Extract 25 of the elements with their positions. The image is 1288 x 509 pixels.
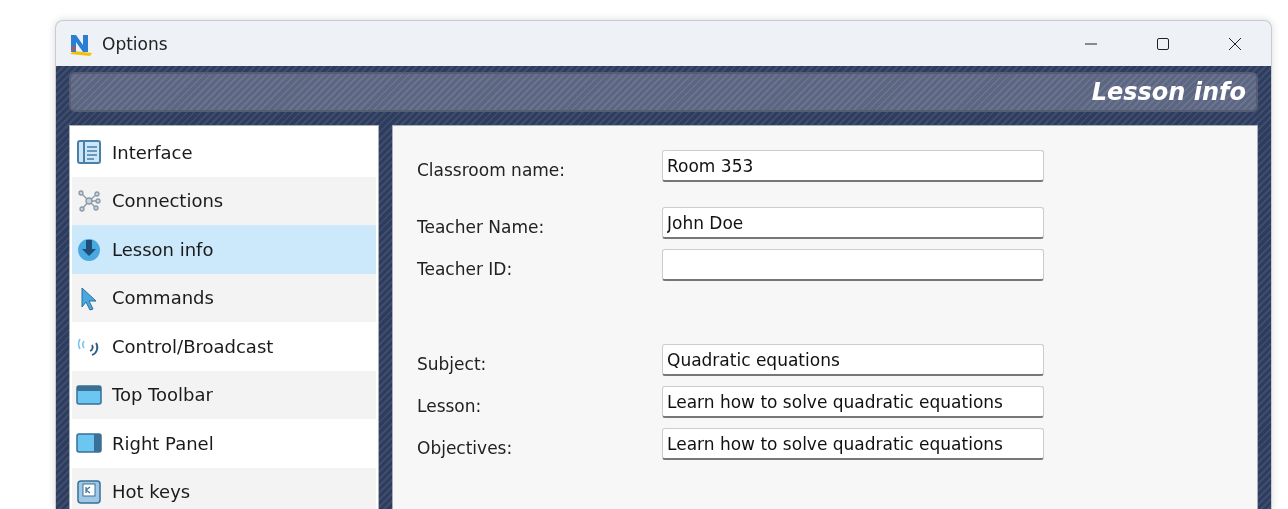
field-label: Lesson: — [417, 396, 483, 416]
window-title: Options — [102, 33, 169, 54]
field-label: Teacher Name: — [417, 217, 546, 237]
field-label: Teacher ID: — [417, 259, 514, 279]
close-icon — [1228, 36, 1242, 51]
text-field[interactable] — [662, 249, 1044, 281]
text-field[interactable]: Learn how to solve quadratic equations — [662, 386, 1044, 418]
sidebar-item[interactable]: Connections — [72, 176, 376, 225]
sidebar-item[interactable]: Hot keys — [72, 467, 376, 509]
maximize-icon — [1156, 36, 1170, 51]
keyboard-key-icon — [76, 478, 102, 505]
network-nodes-icon — [76, 187, 102, 214]
field-label: Classroom name: — [417, 160, 567, 180]
list-window-icon — [76, 139, 102, 166]
section-title: Lesson info — [1091, 78, 1246, 106]
sidebar-item[interactable]: Top Toolbar — [72, 370, 376, 419]
field-label: Objectives: — [417, 438, 514, 458]
sidebar-item[interactable]: Commands — [72, 273, 376, 322]
minimize-icon — [1084, 42, 1098, 45]
text-field[interactable]: Room 353 — [662, 150, 1044, 182]
sidebar-item[interactable]: Lesson info — [72, 225, 376, 274]
text-field[interactable]: Quadratic equations — [662, 344, 1044, 376]
field-label: Subject: — [417, 354, 488, 374]
download-circle-icon — [76, 236, 102, 263]
text-field[interactable]: Learn how to solve quadratic equations — [662, 428, 1044, 460]
